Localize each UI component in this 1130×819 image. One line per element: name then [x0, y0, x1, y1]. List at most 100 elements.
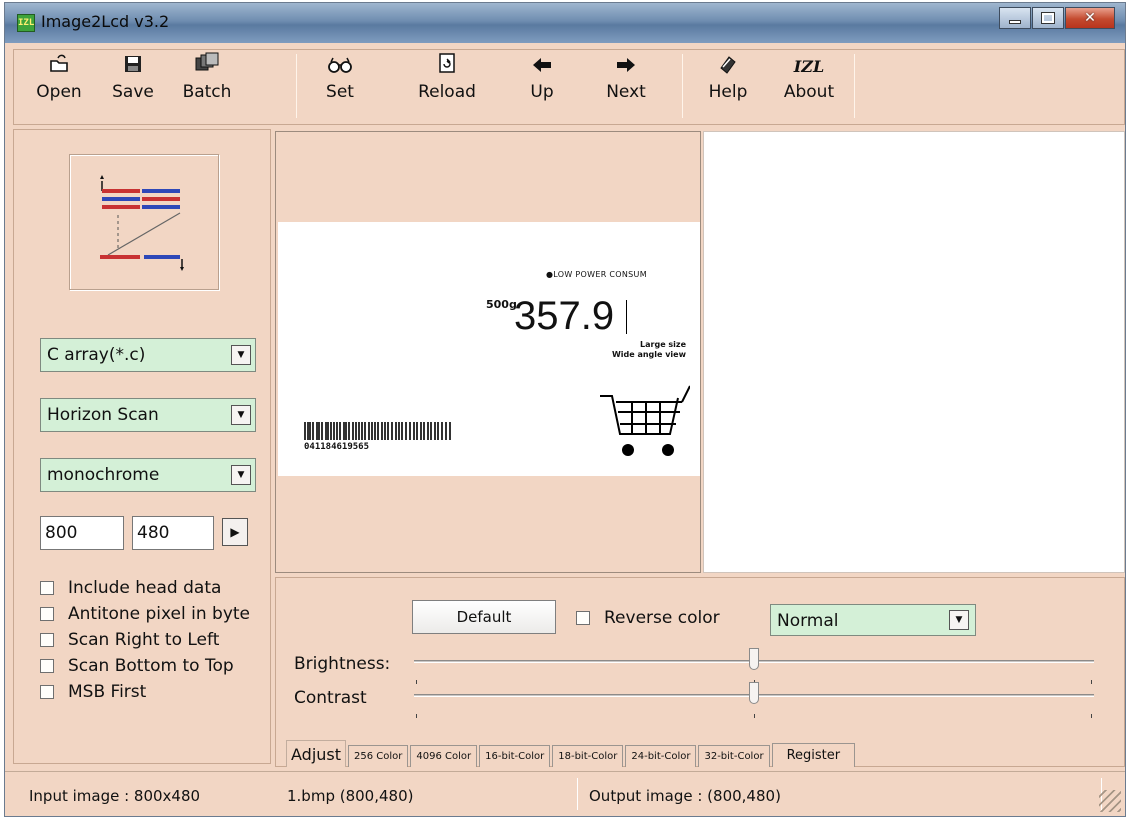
tab-adjust[interactable]: Adjust [286, 740, 347, 767]
minimize-icon [1009, 20, 1021, 24]
width-input[interactable]: 800 [40, 516, 124, 550]
color-mode-select[interactable]: Normal ▼ [770, 604, 976, 636]
about-logo-icon: IZL [793, 57, 825, 76]
right-arrow-icon [596, 52, 656, 82]
scan-mode-select[interactable]: Horizon Scan ▼ [40, 398, 256, 432]
save-button[interactable]: Save [100, 52, 166, 122]
up-button[interactable]: Up [514, 52, 570, 122]
tab-4096-color[interactable]: 4096 Color [410, 745, 478, 767]
play-arrow-icon: ▶ [230, 525, 240, 539]
about-label: About [783, 82, 835, 102]
output-image-status: Output image : (800,480) [589, 787, 781, 805]
save-label: Save [112, 82, 154, 102]
text-cursor [626, 300, 627, 334]
scan-direction-icon [100, 175, 184, 271]
msb-first-option[interactable]: MSB First [40, 682, 146, 702]
toolbar: Open Save Batch Set Reload Up Next Help … [13, 49, 1125, 125]
slider-tick [1091, 680, 1092, 684]
close-icon: ✕ [1084, 10, 1096, 26]
toolbar-separator [854, 54, 855, 118]
size-line-2: Wide angle view [611, 350, 686, 359]
include-head-data-checkbox[interactable] [40, 581, 54, 595]
next-button[interactable]: Next [596, 52, 656, 122]
dropdown-arrow-icon: ▼ [231, 405, 251, 425]
dropdown-arrow-icon: ▼ [231, 465, 251, 485]
reload-button[interactable]: Reload [410, 52, 484, 122]
maximize-icon [1041, 12, 1055, 24]
toolbar-separator [296, 54, 297, 118]
tab-32-bit-color[interactable]: 32-bit-Color [698, 745, 770, 767]
color-depth-select[interactable]: monochrome ▼ [40, 458, 256, 492]
scan-right-to-left-checkbox[interactable] [40, 633, 54, 647]
set-label: Set [326, 82, 354, 102]
brightness-label: Brightness: [294, 654, 391, 674]
option-label: Scan Bottom to Top [68, 656, 234, 676]
slider-tick [416, 680, 417, 684]
weight-value-text: 357.9 [514, 294, 615, 338]
batch-button[interactable]: Batch [170, 52, 244, 122]
option-label: Scan Right to Left [68, 630, 220, 650]
floppy-disk-icon [100, 52, 166, 82]
msb-first-checkbox[interactable] [40, 685, 54, 699]
file-status: 1.bmp (800,480) [287, 787, 414, 805]
tab-18-bit-color[interactable]: 18-bit-Color [552, 745, 624, 767]
brightness-slider[interactable] [414, 648, 1094, 684]
minimize-button[interactable] [999, 7, 1031, 29]
tab-register[interactable]: Register [771, 743, 856, 767]
resize-grip-icon[interactable] [1099, 790, 1121, 812]
open-button[interactable]: Open [24, 52, 94, 122]
output-format-select[interactable]: C array(*.c) ▼ [40, 338, 256, 372]
window-title: Image2Lcd v3.2 [41, 12, 170, 31]
scan-direction-illustration [69, 154, 219, 290]
default-button[interactable]: Default [412, 600, 556, 634]
adjust-panel: Default Reverse color Normal ▼ Brightnes… [275, 577, 1125, 767]
batch-icon [170, 52, 244, 82]
help-button[interactable]: Help [700, 52, 756, 122]
tab-24-bit-color[interactable]: 24-bit-Color [625, 745, 697, 767]
up-label: Up [530, 82, 554, 102]
slider-thumb[interactable] [749, 648, 759, 670]
antitone-pixel-option[interactable]: Antitone pixel in byte [40, 604, 250, 624]
input-image-preview[interactable]: ●LOW POWER CONSUM 500g 357.9 Large size … [275, 131, 701, 573]
dropdown-arrow-icon: ▼ [231, 345, 251, 365]
maximize-button[interactable] [1032, 7, 1064, 29]
scan-bottom-to-top-checkbox[interactable] [40, 659, 54, 673]
contrast-slider[interactable] [414, 682, 1094, 718]
dropdown-arrow-icon: ▼ [949, 610, 969, 630]
shopping-cart-icon [598, 382, 691, 466]
left-arrow-icon [514, 52, 570, 82]
settings-panel: C array(*.c) ▼ Horizon Scan ▼ monochrome… [13, 129, 271, 764]
include-head-data-option[interactable]: Include head data [40, 578, 221, 598]
apply-size-button[interactable]: ▶ [222, 518, 248, 546]
help-label: Help [708, 82, 748, 102]
output-image-preview[interactable] [703, 131, 1125, 573]
open-label: Open [36, 82, 82, 102]
barcode-number: 041184619565 [304, 442, 370, 452]
tab-16-bit-color[interactable]: 16-bit-Color [479, 745, 551, 767]
antitone-pixel-checkbox[interactable] [40, 607, 54, 621]
help-book-icon [700, 52, 756, 82]
slider-tick [416, 714, 417, 718]
status-bar: Input image : 800x480 1.bmp (800,480) Ou… [5, 771, 1125, 816]
next-label: Next [606, 82, 646, 102]
color-tabs: Adjust 256 Color 4096 Color 16-bit-Color… [286, 740, 857, 767]
scan-bottom-to-top-option[interactable]: Scan Bottom to Top [40, 656, 234, 676]
slider-thumb[interactable] [749, 682, 759, 704]
height-input[interactable]: 480 [132, 516, 214, 550]
title-bar[interactable]: IZL Image2Lcd v3.2 ✕ [5, 3, 1125, 43]
open-folder-icon [24, 52, 94, 82]
reverse-color-option[interactable]: Reverse color [576, 608, 720, 628]
reverse-color-checkbox[interactable] [576, 611, 590, 625]
color-mode-value: Normal [777, 611, 839, 631]
batch-label: Batch [182, 82, 232, 102]
output-format-value: C array(*.c) [47, 345, 146, 365]
weight-unit-text: 500g [486, 298, 517, 311]
tab-256-color[interactable]: 256 Color [348, 745, 409, 767]
low-power-text: ●LOW POWER CONSUM [546, 270, 647, 279]
slider-tick [754, 714, 755, 718]
close-button[interactable]: ✕ [1065, 7, 1115, 29]
toolbar-separator [682, 54, 683, 118]
set-button[interactable]: Set [310, 52, 370, 122]
about-button[interactable]: IZL About [776, 52, 842, 122]
scan-right-to-left-option[interactable]: Scan Right to Left [40, 630, 219, 650]
